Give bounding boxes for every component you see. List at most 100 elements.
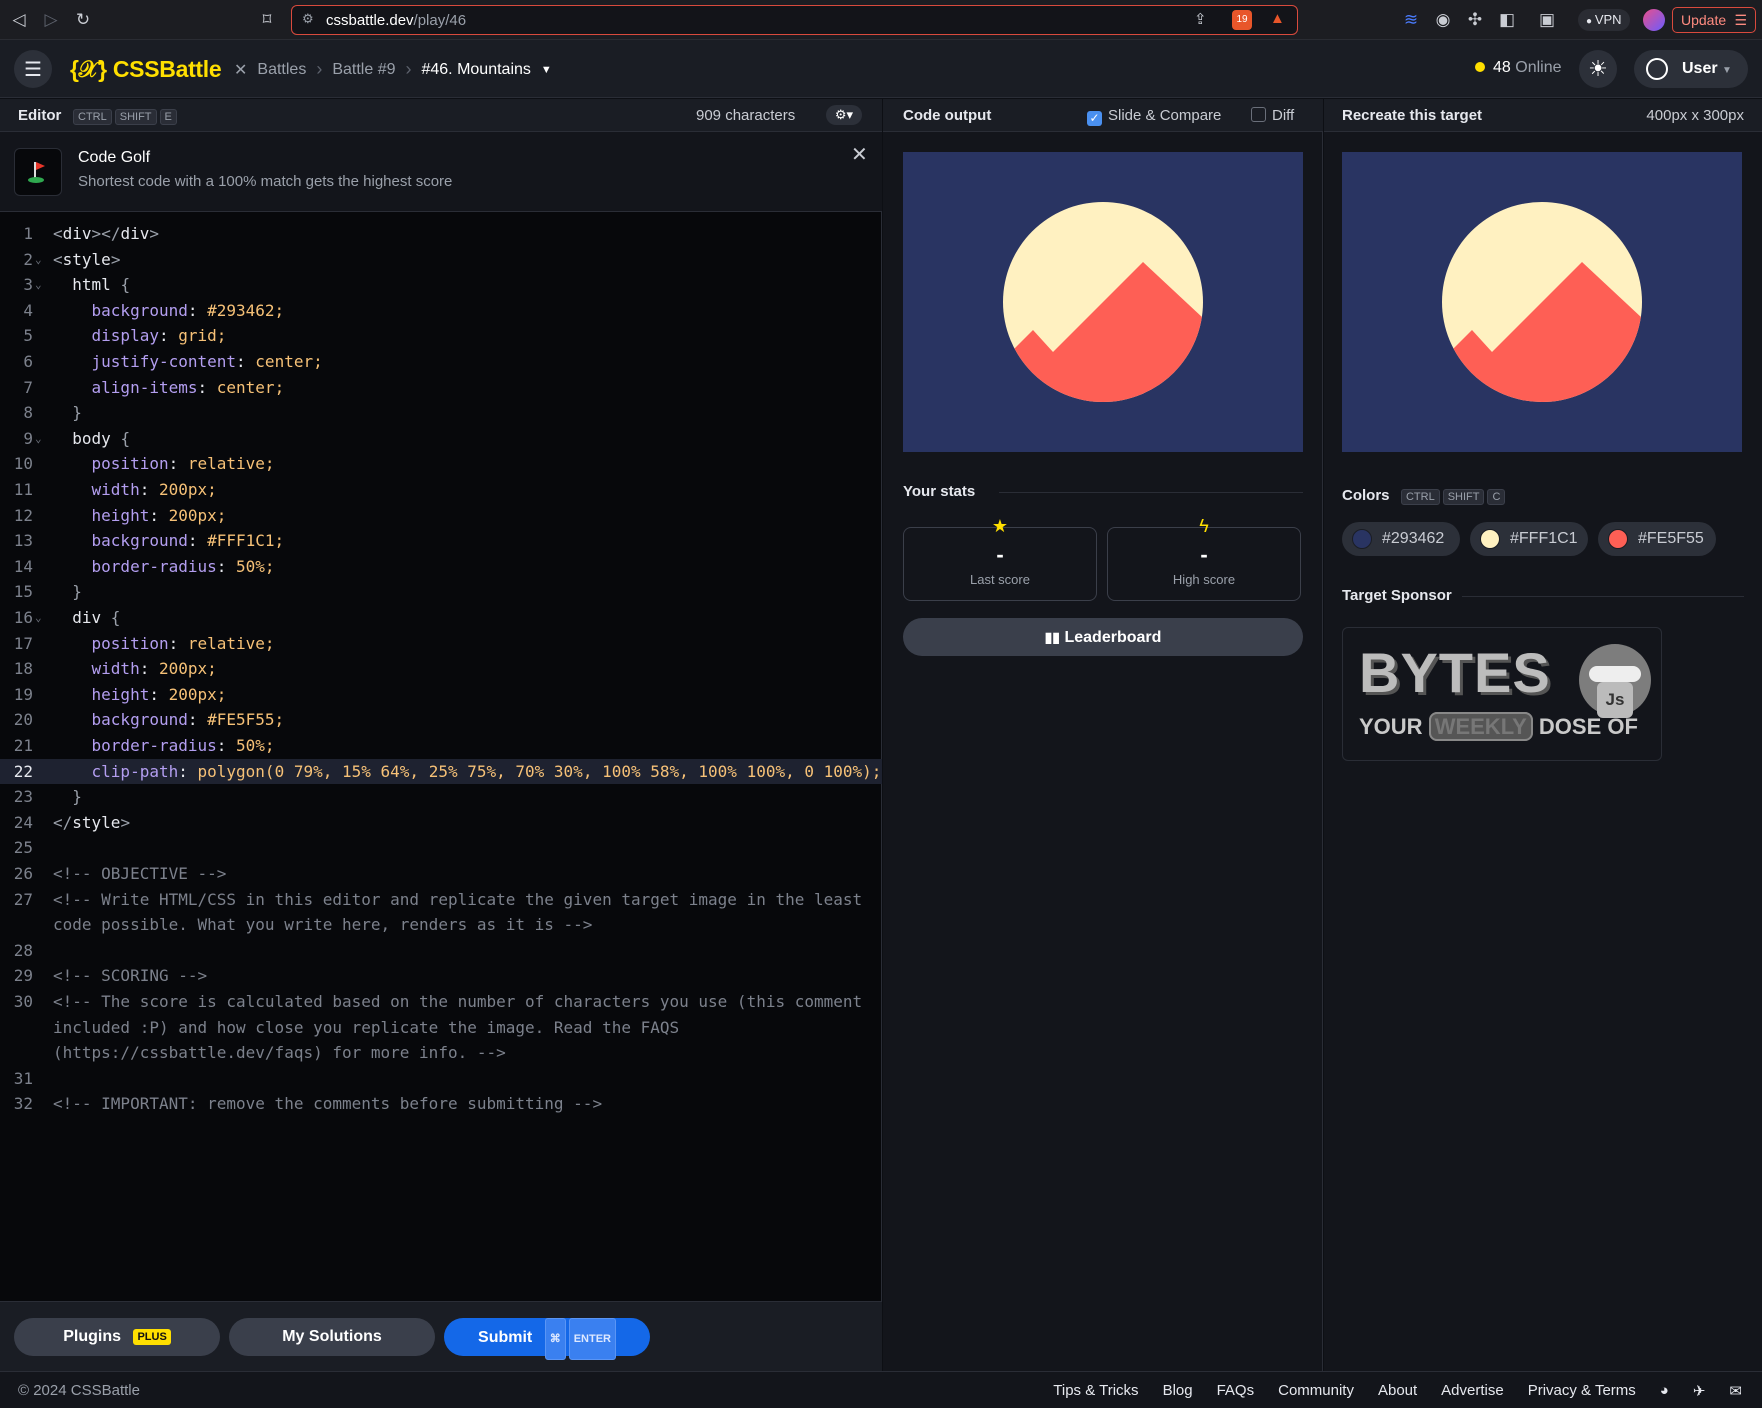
code-line[interactable]: (https://cssbattle.dev/faqs) for more in… bbox=[0, 1040, 882, 1066]
sponsor-bytes-ad[interactable]: BYTES Js YOUR WEEKLY DOSE OF bbox=[1342, 627, 1662, 761]
mail-icon[interactable]: ✉ bbox=[1729, 1382, 1742, 1400]
sponsor-heading: Target Sponsor bbox=[1342, 587, 1762, 607]
code-line[interactable]: 14 border-radius: 50%; bbox=[0, 554, 882, 580]
site-info-icon[interactable]: ⚙ bbox=[302, 11, 314, 27]
code-line[interactable]: 6 justify-content: center; bbox=[0, 349, 882, 375]
code-line[interactable]: 32 <!-- IMPORTANT: remove the comments be… bbox=[0, 1091, 882, 1117]
discord-icon[interactable]: ◕ bbox=[1660, 1382, 1669, 1400]
wallet-icon[interactable]: ▣ bbox=[1536, 9, 1558, 31]
code-line[interactable]: 2 ⌄ <style> bbox=[0, 247, 882, 273]
footer-link-advertise[interactable]: Advertise bbox=[1441, 1382, 1504, 1400]
extension-g-icon[interactable]: ◉ bbox=[1432, 9, 1454, 31]
code-line[interactable]: 7 align-items: center; bbox=[0, 375, 882, 401]
footer-link-blog[interactable]: Blog bbox=[1163, 1382, 1193, 1400]
extensions-icon[interactable]: ✣ bbox=[1464, 9, 1486, 31]
share-icon[interactable]: ⇪ bbox=[1194, 10, 1207, 28]
code-line[interactable]: 15 } bbox=[0, 579, 882, 605]
code-line[interactable]: 4 background: #293462; bbox=[0, 298, 882, 324]
code-golf-description: Shortest code with a 100% match gets the… bbox=[78, 173, 453, 190]
code-line[interactable]: 16 ⌄ div { bbox=[0, 605, 882, 631]
code-line[interactable]: included :P) and how close you replicate… bbox=[0, 1015, 882, 1041]
forward-icon[interactable]: ▷ bbox=[40, 9, 62, 31]
footer-link-community[interactable]: Community bbox=[1278, 1382, 1354, 1400]
code-line[interactable]: 8 } bbox=[0, 400, 882, 426]
menu-button[interactable]: ☰ bbox=[14, 50, 52, 88]
extension-wave-icon[interactable]: ≋ bbox=[1400, 9, 1422, 31]
close-icon[interactable]: ✕ bbox=[851, 142, 868, 167]
my-solutions-button[interactable]: My Solutions bbox=[229, 1318, 435, 1356]
line-number: 30 bbox=[13, 992, 33, 1011]
breadcrumb-battle[interactable]: Battle #9 bbox=[332, 61, 395, 79]
sponsor-mouth-logo: Js bbox=[1579, 644, 1651, 718]
code-line[interactable]: 23 } bbox=[0, 784, 882, 810]
color-chip[interactable]: #293462 bbox=[1342, 522, 1460, 556]
code-line[interactable]: 1 <div></div> bbox=[0, 221, 882, 247]
update-button[interactable]: Update ☰ bbox=[1672, 7, 1756, 33]
breadcrumb-target[interactable]: #46. Mountains bbox=[421, 61, 530, 79]
checkbox-unchecked-icon[interactable] bbox=[1251, 107, 1266, 122]
code-line[interactable]: 22 clip-path: polygon(0 79%, 15% 64%, 25… bbox=[0, 758, 882, 785]
fold-chevron-icon[interactable]: ⌄ bbox=[35, 605, 42, 631]
diff-toggle[interactable]: Diff bbox=[1251, 107, 1294, 124]
sidebar-icon[interactable]: ◧ bbox=[1496, 9, 1518, 31]
theme-toggle-button[interactable]: ☀ bbox=[1579, 50, 1617, 88]
chevron-right-icon: › bbox=[405, 59, 412, 79]
code-line[interactable]: 31 bbox=[0, 1066, 882, 1092]
code-line[interactable]: 29 <!-- SCORING --> bbox=[0, 963, 882, 989]
line-number: 19 bbox=[13, 684, 33, 704]
code-line[interactable]: 12 height: 200px; bbox=[0, 503, 882, 529]
code-line[interactable]: 10 position: relative; bbox=[0, 451, 882, 477]
slide-compare-toggle[interactable]: ✓ Slide & Compare bbox=[1087, 107, 1221, 126]
code-line[interactable]: 24 </style> bbox=[0, 810, 882, 836]
swords-icon: ✕ bbox=[234, 61, 248, 79]
code-line[interactable]: 21 border-radius: 50%; bbox=[0, 733, 882, 759]
code-line[interactable]: 18 width: 200px; bbox=[0, 656, 882, 682]
code-line[interactable]: 30 <!-- The score is calculated based on … bbox=[0, 989, 882, 1015]
bookmark-icon[interactable]: ⌑ bbox=[256, 9, 278, 31]
footer-link-tips[interactable]: Tips & Tricks bbox=[1053, 1382, 1138, 1400]
fold-chevron-icon[interactable]: ⌄ bbox=[35, 272, 42, 298]
fold-chevron-icon[interactable]: ⌄ bbox=[35, 426, 42, 452]
code-line[interactable]: 28 bbox=[0, 938, 882, 964]
code-line[interactable]: 17 position: relative; bbox=[0, 631, 882, 657]
back-icon[interactable]: ◁ bbox=[8, 9, 30, 31]
code-line[interactable]: 5 display: grid; bbox=[0, 323, 882, 349]
code-line[interactable]: 25 bbox=[0, 835, 882, 861]
code-line[interactable]: 3 ⌄ html { bbox=[0, 272, 882, 298]
code-line[interactable]: 26 <!-- OBJECTIVE --> bbox=[0, 861, 882, 887]
code-line[interactable]: 20 background: #FE5F55; bbox=[0, 707, 882, 733]
twitter-icon[interactable]: ✈ bbox=[1693, 1382, 1706, 1400]
code-line[interactable]: 19 height: 200px; bbox=[0, 682, 882, 708]
fold-chevron-icon[interactable]: ⌄ bbox=[35, 247, 42, 273]
code-line[interactable]: 11 width: 200px; bbox=[0, 477, 882, 503]
user-menu-button[interactable]: User ▼ bbox=[1634, 50, 1748, 88]
target-image[interactable] bbox=[1342, 152, 1742, 452]
reload-icon[interactable]: ↻ bbox=[72, 9, 94, 31]
line-number: 13 bbox=[13, 531, 33, 551]
color-chip[interactable]: #FE5F55 bbox=[1598, 522, 1716, 556]
code-line[interactable]: 13 background: #FFF1C1; bbox=[0, 528, 882, 554]
code-line[interactable]: 27 <!-- Write HTML/CSS in this editor and… bbox=[0, 887, 882, 913]
color-chip[interactable]: #FFF1C1 bbox=[1470, 522, 1588, 556]
submit-button[interactable]: Submit ⌘ ENTER bbox=[444, 1318, 650, 1360]
checkbox-checked-icon[interactable]: ✓ bbox=[1087, 111, 1102, 126]
brave-rewards-icon[interactable]: ▲ bbox=[1270, 10, 1285, 27]
breadcrumb-battles[interactable]: Battles bbox=[257, 61, 306, 79]
leaderboard-button[interactable]: ▮▮ Leaderboard bbox=[903, 618, 1303, 656]
code-line[interactable]: 9 ⌄ body { bbox=[0, 426, 882, 452]
code-line[interactable]: code possible. What you write here, rend… bbox=[0, 912, 882, 938]
footer-link-privacy[interactable]: Privacy & Terms bbox=[1528, 1382, 1636, 1400]
editor-settings-button[interactable]: ⚙▾ bbox=[826, 105, 862, 125]
brave-shield-icon[interactable]: 19 bbox=[1232, 10, 1252, 30]
cssbattle-logo[interactable]: {𝒳} CSSBattle bbox=[70, 56, 222, 83]
line-number: 32 bbox=[13, 1094, 33, 1114]
plugins-button[interactable]: Plugins PLUS bbox=[14, 1318, 220, 1356]
address-bar[interactable]: ⚙ cssbattle.dev/play/46 ⇪ 19 ▲ bbox=[291, 5, 1298, 35]
profile-avatar[interactable] bbox=[1643, 9, 1665, 31]
vpn-button[interactable]: ● VPN bbox=[1578, 9, 1630, 31]
caret-down-icon[interactable]: ▼ bbox=[541, 64, 552, 76]
footer-link-about[interactable]: About bbox=[1378, 1382, 1417, 1400]
footer-link-faqs[interactable]: FAQs bbox=[1217, 1382, 1255, 1400]
code-output-preview[interactable] bbox=[903, 152, 1303, 452]
sun-icon: ☀ bbox=[1588, 56, 1608, 81]
